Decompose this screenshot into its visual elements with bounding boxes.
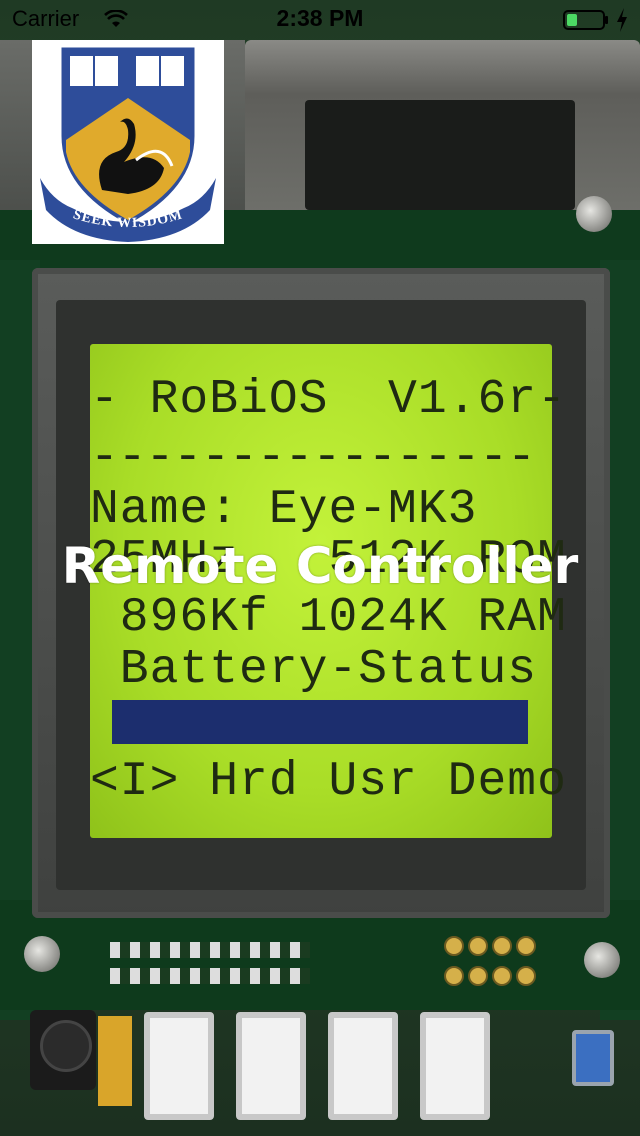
lcd-line: 896Kf 1024K RAM	[90, 591, 567, 645]
university-logo: SEEK WISDOM	[32, 40, 224, 244]
connector-slot	[305, 100, 575, 210]
reset-button	[572, 1030, 614, 1086]
component-row	[110, 942, 310, 958]
battery-icon	[563, 10, 608, 30]
screw-top-right	[576, 196, 612, 232]
lcd-line: Battery-Status	[90, 643, 538, 697]
status-bar: Carrier 2:38 PM	[0, 0, 640, 40]
screw-right	[584, 942, 620, 978]
microphone	[40, 1020, 92, 1072]
hardware-button-1	[144, 1012, 214, 1120]
hardware-button-4	[420, 1012, 490, 1120]
lcd-line: ----------------	[90, 431, 536, 485]
screw-left	[24, 936, 60, 972]
logo-motto: SEEK WISDOM	[71, 207, 183, 231]
svg-text:SEEK WISDOM: SEEK WISDOM	[71, 207, 184, 231]
hardware-button-3	[328, 1012, 398, 1120]
lcd-line: Name: Eye-MK3	[90, 483, 478, 537]
hardware-button-2	[236, 1012, 306, 1120]
lcd-line: - RoBiOS V1.6r-	[90, 373, 567, 427]
serial-connector	[245, 40, 640, 220]
lcd-line: <I> Hrd Usr Demo	[90, 755, 567, 809]
app-title: Remote Controller	[61, 537, 579, 595]
battery-status-bar	[112, 700, 528, 744]
status-time: 2:38 PM	[276, 5, 364, 31]
component-row	[110, 968, 310, 984]
pin-header	[444, 936, 540, 990]
app-screen: - RoBiOS V1.6r- ---------------- Name: E…	[0, 0, 640, 1136]
capacitor	[98, 1016, 132, 1106]
charging-bolt-icon	[617, 8, 627, 32]
